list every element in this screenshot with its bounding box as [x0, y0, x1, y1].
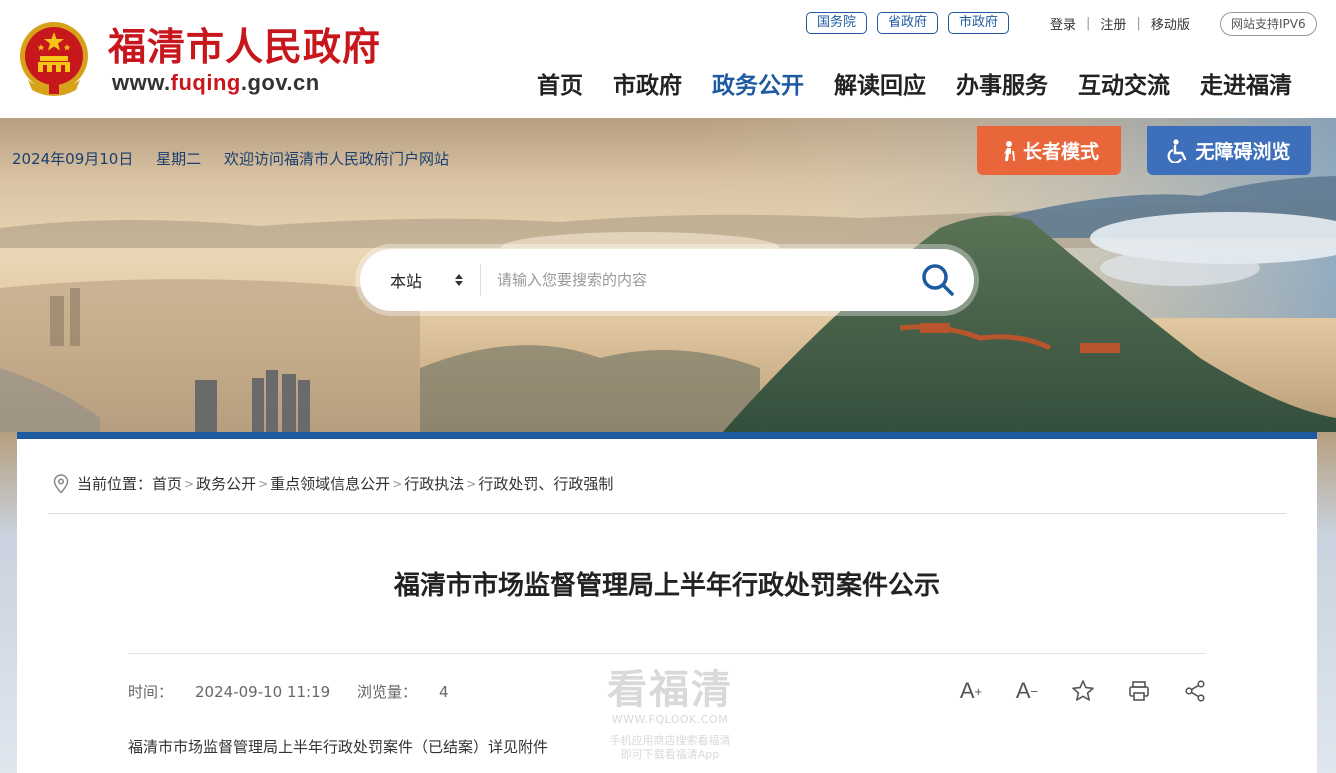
site-url: www.fuqing.gov.cn: [112, 70, 320, 96]
nav-city-government[interactable]: 市政府: [598, 66, 697, 100]
publish-time: 时间： 2024-09-10 11:19: [128, 683, 330, 701]
watermark-url: WWW.FQLOOK.COM: [611, 713, 729, 726]
main-nav: 首页 市政府 政务公开 解读回应 办事服务 互动交流 走进福清: [522, 66, 1307, 100]
breadcrumb-item[interactable]: 政务公开: [196, 473, 256, 494]
hero-banner: 2024年09月10日 星期二 欢迎访问福清市人民政府门户网站 长者模式 无障碍…: [0, 118, 1336, 458]
view-count-value: 4: [438, 683, 449, 701]
watermark: 看福清 WWW.FQLOOK.COM 手机应用商店搜索看福清 即可下载看福清Ap…: [600, 667, 740, 762]
site-url-highlight: fuqing: [170, 70, 241, 95]
user-links: 登录 | 注册 | 移动版: [1050, 14, 1190, 33]
watermark-line2: 即可下载看福清App: [620, 748, 720, 761]
article-body: 福清市市场监督管理局上半年行政处罚案件（已结案）详见附件: [128, 738, 549, 756]
gov-links: 国务院 省政府 市政府: [806, 12, 1010, 34]
accessible-browsing-button[interactable]: 无障碍浏览: [1147, 126, 1311, 175]
sort-arrows-icon: [455, 274, 463, 286]
breadcrumb-label: 当前位置：: [77, 475, 153, 493]
login-link[interactable]: 登录: [1050, 14, 1076, 33]
nav-interpretation[interactable]: 解读回应: [819, 66, 941, 100]
register-link[interactable]: 注册: [1100, 14, 1126, 33]
search-scope-label: 本站: [390, 272, 423, 291]
nav-services[interactable]: 办事服务: [941, 66, 1063, 100]
national-emblem-icon: [20, 22, 88, 96]
view-count: 浏览量： 4: [357, 683, 449, 701]
share-icon[interactable]: [1177, 673, 1213, 709]
view-count-label: 浏览量：: [356, 683, 417, 701]
elder-mode-label: 长者模式: [1022, 141, 1099, 163]
breadcrumb-divider: [48, 513, 1286, 514]
star-icon[interactable]: [1065, 673, 1101, 709]
divider: |: [1086, 16, 1091, 31]
breadcrumb-separator: >: [258, 476, 269, 491]
article-tools: A + A −: [953, 673, 1213, 709]
location-pin-icon: [53, 473, 69, 494]
welcome-text: 欢迎访问福清市人民政府门户网站: [223, 150, 449, 168]
current-date: 2024年09月10日: [12, 150, 134, 168]
search-scope-select[interactable]: 本站: [360, 268, 480, 292]
breadcrumb-item[interactable]: 重点领域信息公开: [270, 473, 390, 494]
publish-time-label: 时间：: [128, 683, 174, 701]
nav-home[interactable]: 首页: [522, 66, 598, 100]
breadcrumb-separator: >: [392, 476, 403, 491]
gov-link-city[interactable]: 市政府: [948, 12, 1010, 34]
breadcrumb-separator: >: [184, 476, 195, 491]
print-icon[interactable]: [1121, 673, 1157, 709]
breadcrumb-item[interactable]: 首页: [152, 473, 182, 494]
watermark-title: 看福清: [607, 666, 733, 713]
ipv6-badge: 网站支持IPV6: [1220, 12, 1317, 36]
publish-time-value: 2024-09-10 11:19: [195, 683, 331, 701]
article-meta: 时间： 2024-09-10 11:19 浏览量： 4: [128, 681, 449, 702]
elder-icon: [1003, 140, 1015, 161]
date-welcome-bar: 2024年09月10日 星期二 欢迎访问福清市人民政府门户网站: [12, 148, 449, 169]
mobile-version-link[interactable]: 移动版: [1151, 14, 1190, 33]
article-card: 当前位置： 首页 > 政务公开 > 重点领域信息公开 > 行政执法 > 行政处罚…: [17, 432, 1317, 773]
search-button[interactable]: [902, 249, 974, 311]
watermark-line1: 手机应用商店搜索看福清: [609, 734, 731, 747]
nav-government-affairs[interactable]: 政务公开: [697, 66, 819, 100]
breadcrumb-item[interactable]: 行政处罚、行政强制: [478, 473, 613, 494]
search-icon: [922, 264, 954, 296]
search-box: 本站: [360, 249, 974, 311]
site-url-suffix: .gov.cn: [240, 70, 320, 95]
elder-mode-button[interactable]: 长者模式: [977, 126, 1121, 175]
wheelchair-icon: [1168, 138, 1187, 163]
nav-interaction[interactable]: 互动交流: [1063, 66, 1185, 100]
title-divider: [128, 653, 1206, 654]
breadcrumb-item[interactable]: 行政执法: [404, 473, 464, 494]
accessible-browsing-label: 无障碍浏览: [1195, 141, 1291, 163]
article-title: 福清市市场监督管理局上半年行政处罚案件公示: [393, 571, 940, 601]
font-increase-icon[interactable]: A +: [953, 673, 989, 709]
gov-link-province[interactable]: 省政府: [877, 12, 939, 34]
breadcrumb: 当前位置： 首页 > 政务公开 > 重点领域信息公开 > 行政执法 > 行政处罚…: [53, 473, 613, 494]
gov-link-state-council[interactable]: 国务院: [806, 12, 868, 34]
font-decrease-icon[interactable]: A −: [1009, 673, 1045, 709]
site-name: 福清市人民政府: [108, 24, 382, 69]
site-url-prefix: www.: [112, 70, 171, 95]
breadcrumb-separator: >: [466, 476, 477, 491]
divider: |: [1136, 16, 1141, 31]
nav-about-fuqing[interactable]: 走进福清: [1185, 66, 1307, 100]
site-header: 福清市人民政府 www.fuqing.gov.cn 国务院 省政府 市政府 登录…: [0, 0, 1336, 118]
current-weekday: 星期二: [156, 150, 202, 168]
search-input[interactable]: [481, 260, 902, 300]
